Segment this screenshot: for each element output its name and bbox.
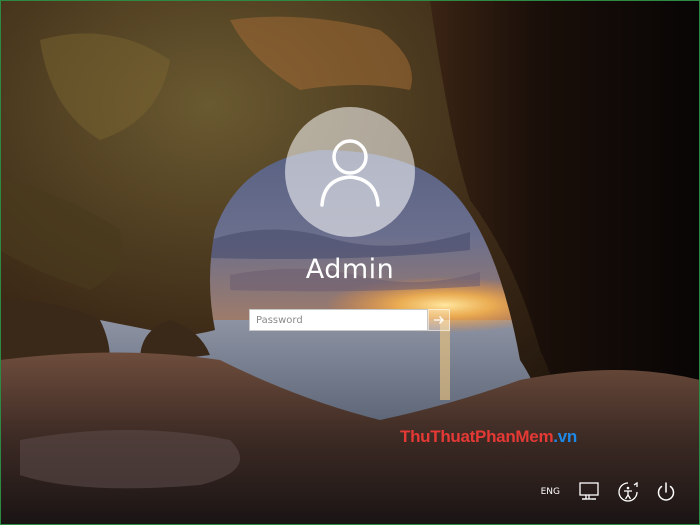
ease-of-access-button[interactable]	[616, 480, 640, 504]
watermark-mem: Mem	[515, 427, 554, 446]
lock-screen: Admin ThuThuatPhanMem.vn ENG	[0, 0, 700, 525]
ease-of-access-icon	[618, 481, 638, 502]
user-avatar	[285, 107, 415, 237]
power-icon	[657, 482, 675, 501]
system-tray: ENG	[541, 479, 678, 505]
network-button[interactable]	[578, 480, 602, 504]
user-silhouette-icon	[320, 139, 380, 207]
watermark-phan: Phan	[475, 427, 516, 446]
network-icon	[579, 482, 599, 500]
password-row	[249, 309, 450, 331]
password-input[interactable]	[249, 309, 428, 331]
language-indicator[interactable]: ENG	[541, 487, 560, 497]
watermark-thu: Thu	[400, 427, 431, 446]
arrow-right-icon	[434, 316, 444, 324]
username-label: Admin	[305, 254, 395, 285]
watermark-thuat: Thuat	[430, 427, 476, 446]
power-button[interactable]	[654, 480, 678, 504]
submit-arrow-button[interactable]	[428, 309, 450, 331]
watermark-vn: .vn	[553, 427, 577, 446]
watermark-logo: ThuThuatPhanMem.vn	[400, 427, 577, 447]
